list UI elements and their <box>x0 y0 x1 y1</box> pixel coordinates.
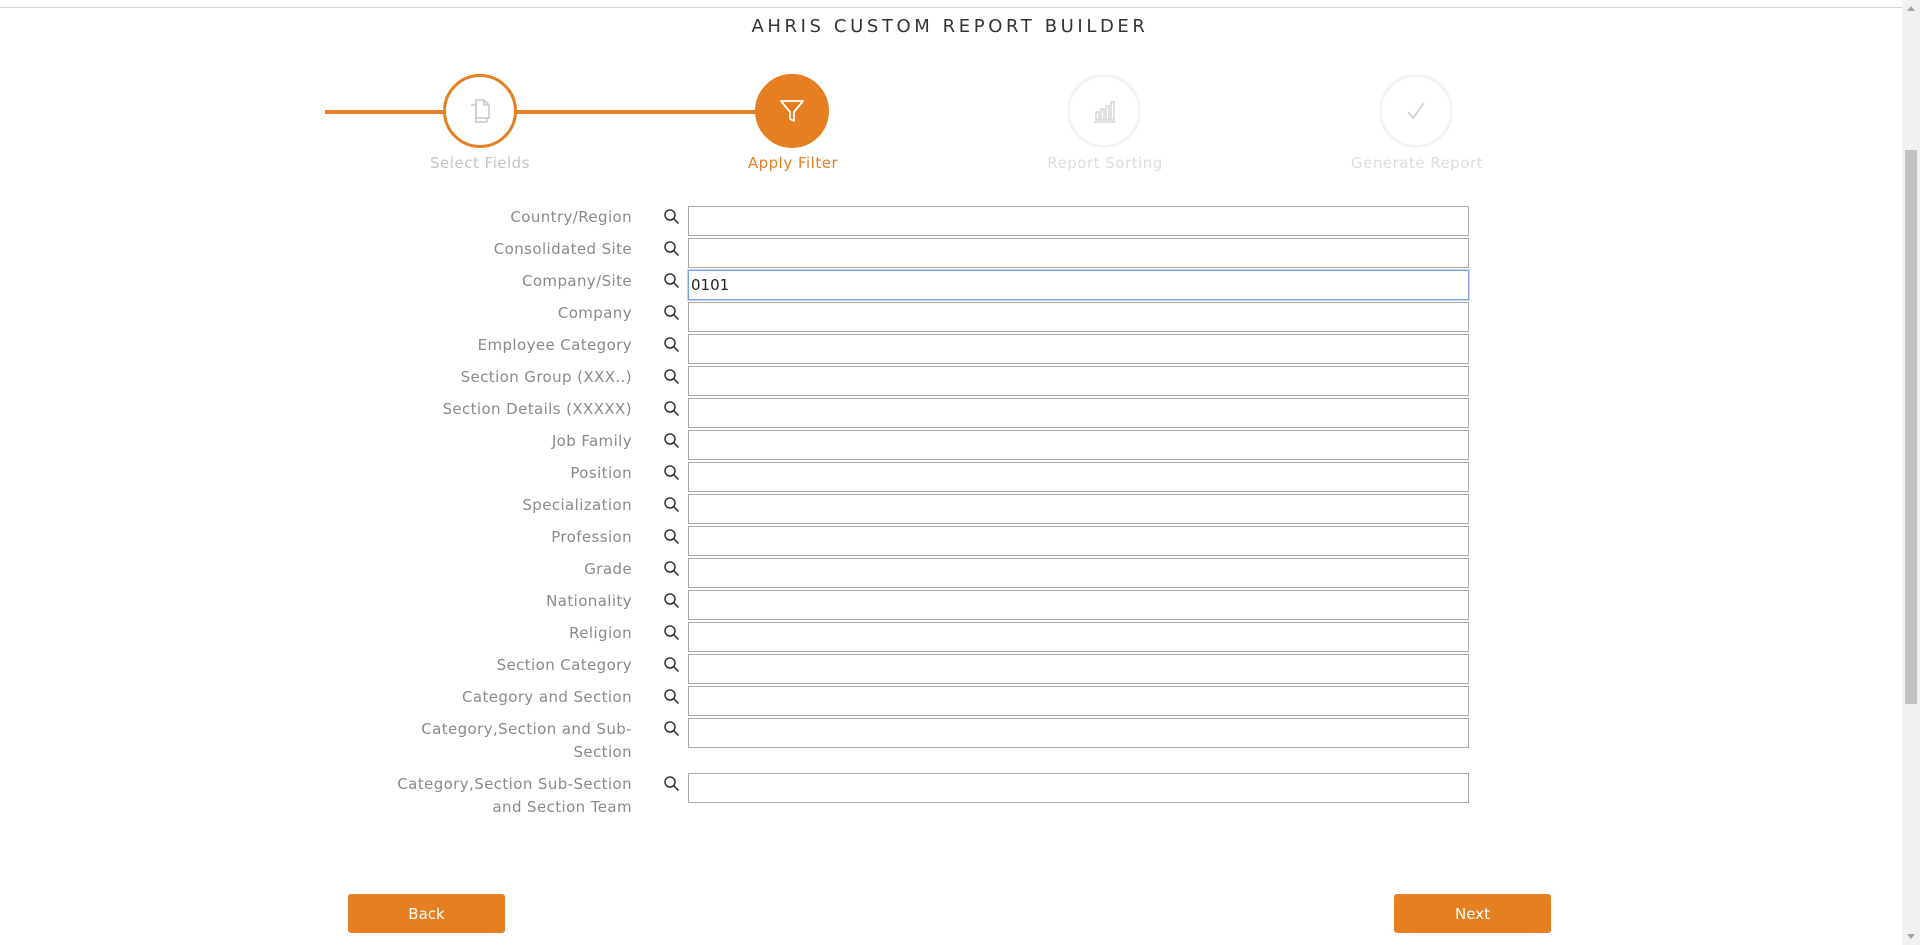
filter-input[interactable] <box>688 654 1469 684</box>
search-icon[interactable] <box>663 304 681 322</box>
filter-input[interactable] <box>688 206 1469 236</box>
filter-label: Country/Region <box>510 208 632 226</box>
search-icon[interactable] <box>663 496 681 514</box>
back-button[interactable]: Back <box>348 894 505 933</box>
filter-input[interactable] <box>688 622 1469 652</box>
scroll-up-arrow-icon[interactable] <box>1907 6 1915 11</box>
filter-input[interactable] <box>688 494 1469 524</box>
filter-label: Category and Section <box>461 688 632 706</box>
filter-label: Company/Site <box>521 272 632 290</box>
filter-label: Grade <box>584 560 632 578</box>
filter-input[interactable] <box>688 302 1469 332</box>
filter-label: Employee Category <box>477 336 632 354</box>
search-icon[interactable] <box>663 400 681 418</box>
filter-label: Job Family <box>551 432 632 450</box>
filter-input[interactable] <box>688 686 1469 716</box>
step-label-generate-report: Generate Report <box>1350 154 1484 172</box>
top-divider <box>0 7 1920 8</box>
search-icon[interactable] <box>663 528 681 546</box>
step-apply-filter[interactable] <box>755 74 829 148</box>
vertical-scrollbar[interactable] <box>1902 0 1920 945</box>
filter-input[interactable] <box>688 590 1469 620</box>
scroll-down-arrow-icon[interactable] <box>1907 934 1915 939</box>
filter-label: Profession <box>551 528 632 546</box>
filter-input[interactable] <box>688 270 1469 300</box>
filter-input[interactable] <box>688 238 1469 268</box>
search-icon[interactable] <box>663 240 681 258</box>
documents-icon <box>471 99 490 123</box>
search-icon[interactable] <box>663 464 681 482</box>
step-label-report-sorting: Report Sorting <box>1047 154 1163 172</box>
step-label-apply-filter: Apply Filter <box>747 154 839 172</box>
filter-input[interactable] <box>688 462 1469 492</box>
filter-label: Specialization <box>522 496 632 514</box>
filter-input[interactable] <box>688 718 1469 748</box>
search-icon[interactable] <box>663 432 681 450</box>
filter-input[interactable] <box>688 398 1469 428</box>
search-icon[interactable] <box>663 592 681 610</box>
search-icon[interactable] <box>663 368 681 386</box>
stepper-progress-track <box>325 110 785 114</box>
step-generate-report[interactable] <box>1379 74 1453 148</box>
search-icon[interactable] <box>663 720 681 738</box>
filter-label: Religion <box>569 624 632 642</box>
filter-label: Category,Section Sub-Section and Section… <box>397 775 632 816</box>
search-icon[interactable] <box>663 336 681 354</box>
filter-input[interactable] <box>688 334 1469 364</box>
filter-label: Category,Section and Sub-Section <box>421 720 632 761</box>
filter-label: Position <box>570 464 632 482</box>
search-icon[interactable] <box>663 775 681 793</box>
filter-icon <box>780 100 804 122</box>
filter-label: Section Category <box>496 656 632 674</box>
search-icon[interactable] <box>663 272 681 290</box>
search-icon[interactable] <box>663 624 681 642</box>
page-title: AHRIS CUSTOM REPORT BUILDER <box>751 16 1149 37</box>
bar-chart-icon <box>1094 101 1116 123</box>
filter-label: Nationality <box>546 592 632 610</box>
filter-input[interactable] <box>688 558 1469 588</box>
filter-input[interactable] <box>688 430 1469 460</box>
search-icon[interactable] <box>663 688 681 706</box>
step-label-select-fields: Select Fields <box>430 154 530 172</box>
search-icon[interactable] <box>663 560 681 578</box>
filter-label: Company <box>557 304 632 322</box>
scrollbar-thumb[interactable] <box>1905 150 1917 704</box>
filter-label: Section Details (XXXXX) <box>442 400 632 418</box>
search-icon[interactable] <box>663 208 681 226</box>
search-icon[interactable] <box>663 656 681 674</box>
checkmark-icon <box>1407 102 1425 120</box>
step-report-sorting[interactable] <box>1067 74 1141 148</box>
filter-label: Consolidated Site <box>493 240 632 258</box>
filter-label: Section Group (XXX..) <box>460 368 632 386</box>
filter-input[interactable] <box>688 366 1469 396</box>
next-button[interactable]: Next <box>1394 894 1551 933</box>
step-select-fields[interactable] <box>443 74 517 148</box>
filter-input[interactable] <box>688 526 1469 556</box>
filter-input[interactable] <box>688 773 1469 803</box>
